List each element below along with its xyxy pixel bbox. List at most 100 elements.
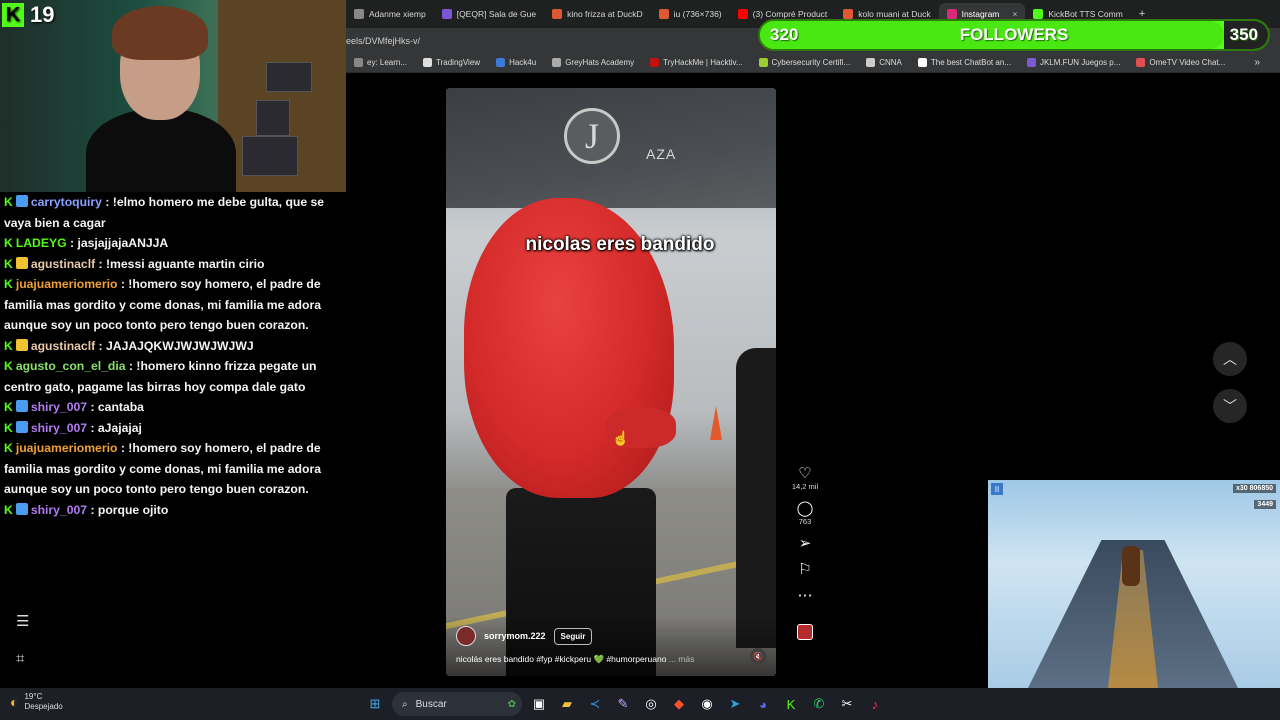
- brave-icon[interactable]: ◆: [668, 693, 690, 715]
- more-icon[interactable]: ⋯: [798, 588, 813, 604]
- like-count: 14,2 mil: [791, 482, 819, 491]
- tab-label: kolo muani at Duck: [858, 9, 931, 19]
- tab-label: Adanme xiemp: [369, 9, 426, 19]
- chat-username[interactable]: agustinaclf: [31, 339, 95, 353]
- bookmarks-more-button[interactable]: »: [1254, 57, 1260, 68]
- chat-username[interactable]: shiry_007: [31, 503, 87, 517]
- weather-condition: Despejado: [24, 702, 63, 711]
- tab-label: Instagram: [961, 9, 1000, 19]
- bookmark-item[interactable]: The best ChatBot an...: [910, 58, 1019, 67]
- tab-favicon-icon: [552, 9, 563, 19]
- comment-icon[interactable]: ◯: [797, 501, 814, 517]
- chat-username[interactable]: juajuameriomerio: [16, 277, 118, 291]
- bookmark-favicon-icon: [866, 58, 876, 67]
- tab-favicon-icon: [354, 9, 364, 19]
- bookmark-icon[interactable]: ⚐: [798, 562, 811, 578]
- bookmark-item[interactable]: Cybersecurity Certifi...: [751, 58, 859, 67]
- stream-chat: Kcarrytoquiry : !elmo homero me debe gul…: [0, 192, 346, 688]
- chat-username[interactable]: agusto_con_el_dia: [16, 359, 126, 373]
- browser-tab[interactable]: kino frizza at DuckD: [544, 3, 651, 25]
- chat-message: Kshiry_007 : aJajajaj: [4, 418, 342, 439]
- apps-icon[interactable]: ⌗: [16, 650, 29, 667]
- viewer-count-value: 19: [30, 2, 55, 27]
- chat-username[interactable]: shiry_007: [31, 421, 87, 435]
- bookmark-item[interactable]: TryHackMe | Hacktiv...: [642, 58, 750, 67]
- reel-author: sorrymom.222 Seguir: [456, 626, 593, 646]
- capcut-icon[interactable]: ✂: [836, 693, 858, 715]
- next-reel-button[interactable]: ﹀: [1213, 389, 1247, 423]
- tab-favicon-icon: [843, 9, 854, 19]
- reel-overlay-text: nicolas eres bandido: [525, 234, 715, 255]
- chat-message: Kjuajuameriomerio : !homero soy homero, …: [4, 274, 342, 336]
- heart-icon[interactable]: ♡: [798, 466, 811, 482]
- bookmark-item[interactable]: ey: Learn...: [346, 58, 415, 67]
- chat-username[interactable]: shiry_007: [31, 400, 87, 414]
- weather-widget[interactable]: ◐ 19°C Despejado: [10, 692, 63, 712]
- discord-icon[interactable]: ◕: [752, 693, 774, 715]
- browser-tab[interactable]: iu (736×736): [651, 3, 730, 25]
- bookmark-item[interactable]: JKLM.FUN Juegos p...: [1019, 58, 1128, 67]
- browser-tab[interactable]: Adanme xiemp: [346, 3, 434, 25]
- user-badge-icon: [15, 256, 28, 269]
- chat-message: Kcarrytoquiry : !elmo homero me debe gul…: [4, 192, 342, 233]
- send-icon[interactable]: ➢: [799, 536, 812, 552]
- reel-footer-gradient: [446, 616, 776, 676]
- kick-badge-icon: K: [4, 502, 13, 517]
- tab-label: kino frizza at DuckD: [567, 9, 643, 19]
- bookmark-label: CNNA: [879, 58, 902, 67]
- bookmark-label: TryHackMe | Hacktiv...: [663, 58, 743, 67]
- author-avatar[interactable]: [456, 626, 476, 646]
- chat-username[interactable]: LADEYG: [16, 236, 67, 250]
- close-tab-icon[interactable]: ×: [1012, 9, 1017, 19]
- chat-username[interactable]: carrytoquiry: [31, 195, 102, 209]
- game-score: x30 806850: [1233, 484, 1276, 493]
- bookmark-label: TradingView: [436, 58, 481, 67]
- windows-start-icon[interactable]: ⊞: [364, 693, 386, 715]
- obs-icon[interactable]: ◉: [696, 693, 718, 715]
- bookmark-item[interactable]: TradingView: [415, 58, 488, 67]
- chat-username[interactable]: juajuameriomerio: [16, 441, 118, 455]
- reel-video[interactable]: J AZA nicolas eres bandido sorrymom.222 …: [446, 88, 776, 676]
- chat-message: Kagustinaclf : !messi aguante martin cir…: [4, 254, 342, 275]
- previous-reel-button[interactable]: ︿: [1213, 342, 1247, 376]
- webcam-overlay: K 19: [0, 0, 346, 192]
- vscode-icon[interactable]: ≺: [584, 693, 606, 715]
- bookmark-item[interactable]: OmeTV Video Chat...: [1128, 58, 1233, 67]
- task-view-icon[interactable]: ▣: [528, 693, 550, 715]
- tab-favicon-icon: [1033, 9, 1044, 19]
- whatsapp-icon[interactable]: ✆: [808, 693, 830, 715]
- chat-username[interactable]: agustinaclf: [31, 257, 95, 271]
- bookmark-item[interactable]: GreyHats Academy: [544, 58, 642, 67]
- bookmark-item[interactable]: CNNA: [858, 58, 910, 67]
- tab-favicon-icon: [737, 9, 748, 19]
- game-coins: 3449: [1254, 500, 1276, 509]
- kick-app-icon[interactable]: K: [780, 693, 802, 715]
- streamer-hair: [112, 6, 208, 60]
- browser-tab[interactable]: [QEQR] Sala de Gue: [434, 3, 544, 25]
- url-text[interactable]: eels/DVMfejHks-v/: [346, 36, 420, 46]
- building-sign: AZA: [646, 146, 677, 162]
- mute-icon[interactable]: 🔇: [750, 648, 766, 664]
- comment-count: 763: [798, 517, 812, 526]
- bookmark-item[interactable]: Hack4u: [488, 58, 544, 67]
- tab-label: (3) Compré Product: [752, 9, 828, 19]
- follow-button[interactable]: Seguir: [553, 627, 593, 645]
- tiktok-icon[interactable]: ♪: [864, 693, 886, 715]
- audio-thumbnail[interactable]: [797, 624, 813, 640]
- bookmarks-list: ey: Learn... TradingView Hack4u GreyHats Ac…: [346, 58, 1233, 67]
- chat-message: Kjuajuameriomerio : !homero soy homero, …: [4, 438, 342, 500]
- menu-icon[interactable]: ☰: [16, 612, 29, 630]
- steam-icon[interactable]: ◎: [640, 693, 662, 715]
- chat-message: Kagusto_con_el_dia : !homero kinno frizz…: [4, 356, 342, 397]
- building-logo: J: [564, 108, 620, 164]
- pen-icon[interactable]: ✎: [612, 693, 634, 715]
- file-explorer-icon[interactable]: ▰: [556, 693, 578, 715]
- followers-goal: 350: [1229, 25, 1258, 44]
- reel-actions: ♡ 14,2 mil ◯ 763 ➢ ⚐ ⋯: [790, 466, 820, 640]
- more-link[interactable]: ... más: [669, 654, 695, 664]
- author-username[interactable]: sorrymom.222: [484, 631, 546, 641]
- kick-badge-icon: K: [4, 195, 13, 209]
- taskbar-search[interactable]: ⌕ Buscar ✿: [392, 692, 522, 716]
- telegram-icon[interactable]: ➤: [724, 693, 746, 715]
- tab-favicon-icon: [946, 9, 957, 19]
